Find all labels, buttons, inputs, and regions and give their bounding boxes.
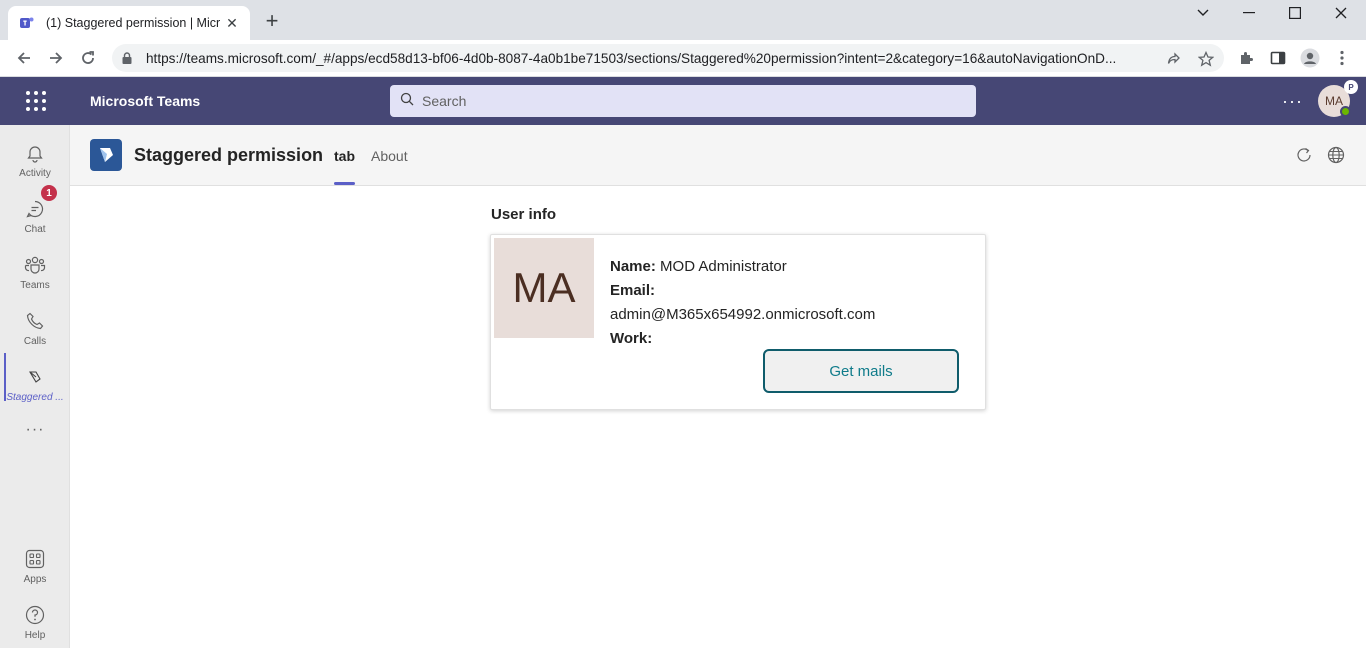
minimize-icon[interactable] <box>1226 4 1272 22</box>
presence-available-icon <box>1340 106 1351 117</box>
back-icon[interactable] <box>12 46 36 70</box>
rail-item-help[interactable]: Help <box>0 595 70 648</box>
rail-label: Apps <box>23 574 47 585</box>
profile-icon[interactable] <box>1298 46 1322 70</box>
user-info-card: MA Name: MOD Administrator Email: admin@… <box>490 234 986 410</box>
name-row: Name: MOD Administrator <box>610 255 970 279</box>
active-tab-indicator <box>334 182 355 185</box>
rail-label: Chat <box>24 224 46 235</box>
url-text: https://teams.microsoft.com/_#/apps/ecd5… <box>146 50 1117 66</box>
bell-icon <box>23 141 47 165</box>
user-details: Name: MOD Administrator Email: admin@M36… <box>610 255 970 351</box>
close-tab-icon[interactable]: ✕ <box>224 15 240 32</box>
tab-search-icon[interactable] <box>1180 4 1226 22</box>
share-icon[interactable] <box>1165 50 1183 68</box>
rail-item-calls[interactable]: Calls <box>0 301 70 357</box>
maximize-icon[interactable] <box>1272 4 1318 22</box>
avatar-badge: P <box>1344 80 1358 94</box>
user-photo-initials: MA <box>494 238 594 338</box>
rail-item-teams[interactable]: Teams <box>0 245 70 301</box>
rail-item-activity[interactable]: Activity <box>0 133 70 189</box>
apps-icon <box>23 547 47 571</box>
teams-title: Microsoft Teams <box>90 93 201 109</box>
teams-header: Microsoft Teams Search ··· MA <box>0 77 1366 125</box>
teams-favicon-icon <box>18 14 36 32</box>
email-label: Email: <box>610 282 656 299</box>
phone-icon <box>23 309 47 333</box>
browser-menu-icon[interactable] <box>1330 46 1354 70</box>
browser-tab-title: (1) Staggered permission | Micro <box>46 16 220 30</box>
browser-toolbar: https://teams.microsoft.com/_#/apps/ecd5… <box>0 40 1366 77</box>
help-icon <box>23 603 47 627</box>
work-row: Work: <box>610 327 970 351</box>
rail-label: Help <box>24 630 46 641</box>
reload-icon[interactable] <box>76 46 100 70</box>
search-input[interactable]: Search <box>390 85 976 117</box>
section-title: User info <box>491 206 557 223</box>
chat-icon <box>23 197 47 221</box>
rail-item-apps[interactable]: Apps <box>0 539 70 595</box>
bookmark-star-icon[interactable] <box>1197 50 1215 68</box>
app-bar: Activity Chat 1 Teams Calls Staggered ..… <box>0 125 70 648</box>
browser-tabstrip: (1) Staggered permission | Micro ✕ + <box>0 0 1366 40</box>
tab-tab[interactable]: tab <box>334 148 355 164</box>
app-title: Staggered permission <box>134 145 324 165</box>
rail-more-icon[interactable]: ··· <box>0 421 70 439</box>
forward-icon[interactable] <box>44 46 68 70</box>
chat-unread-badge: 1 <box>41 185 57 201</box>
rail-label: Activity <box>19 168 51 179</box>
search-placeholder: Search <box>422 93 467 109</box>
rail-label: Calls <box>23 336 47 347</box>
rail-item-staggered[interactable]: Staggered ... <box>0 357 70 413</box>
settings-more-icon[interactable]: ··· <box>1282 91 1303 112</box>
rail-label: Teams <box>20 280 50 291</box>
teams-icon <box>23 253 47 277</box>
browser-tab[interactable]: (1) Staggered permission | Micro ✕ <box>8 6 250 40</box>
side-panel-icon[interactable] <box>1266 46 1290 70</box>
rail-item-chat[interactable]: Chat <box>0 189 70 245</box>
email-row: Email: <box>610 279 970 303</box>
extensions-icon[interactable] <box>1234 46 1258 70</box>
app-header: Staggered permission tab About <box>70 125 1366 186</box>
get-mails-button[interactable]: Get mails <box>763 349 959 393</box>
tab-about[interactable]: About <box>371 148 408 164</box>
refresh-icon[interactable] <box>1294 145 1314 165</box>
new-tab-button[interactable]: + <box>261 10 283 32</box>
work-label: Work: <box>610 330 653 347</box>
email-value: admin@M365x654992.onmicrosoft.com <box>610 306 876 323</box>
globe-icon[interactable] <box>1326 145 1346 165</box>
lock-icon <box>122 52 136 64</box>
window-close-icon[interactable] <box>1318 4 1364 22</box>
rail-label: Staggered ... <box>6 392 64 403</box>
name-value: MOD Administrator <box>655 258 787 275</box>
name-label: Name: <box>610 258 656 275</box>
app-launcher-icon[interactable] <box>26 91 46 111</box>
address-bar[interactable]: https://teams.microsoft.com/_#/apps/ecd5… <box>112 44 1224 72</box>
search-icon <box>400 92 414 111</box>
app-logo-icon <box>90 139 122 171</box>
staggered-app-icon <box>23 365 47 389</box>
